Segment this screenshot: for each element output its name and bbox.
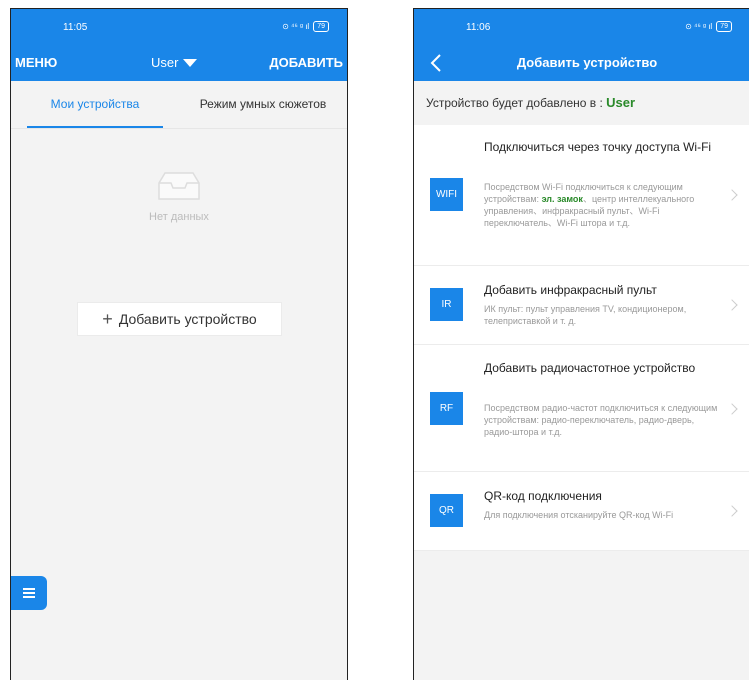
status-icons: ⊙ ⁴⁶ ᵍ ıl 79 — [685, 21, 732, 32]
rf-badge: RF — [430, 392, 463, 425]
status-bar: 11:06 ⊙ ⁴⁶ ᵍ ıl 79 — [414, 9, 749, 45]
tab-smart-scenes[interactable]: Режим умных сюжетов — [179, 81, 347, 128]
tab-bar: Мои устройства Режим умных сюжетов — [11, 81, 347, 129]
item-title: Добавить инфракрасный пульт — [484, 283, 657, 297]
phone-screen-devices: 11:05 ⊙ ⁴⁶ ᵍ ıl 79 МЕНЮ User ДОБАВИТЬ Мо… — [10, 8, 348, 680]
menu-bars-icon — [23, 588, 35, 598]
user-selector[interactable]: User — [151, 55, 198, 70]
top-nav-bar: Добавить устройство — [414, 45, 749, 81]
item-title: Добавить радиочастотное устройство — [484, 361, 696, 375]
signal-icons: ⊙ ⁴⁶ ᵍ ıl — [282, 22, 310, 31]
item-description: Для подключения отсканируйте QR-код Wi-F… — [484, 510, 674, 520]
status-bar: 11:05 ⊙ ⁴⁶ ᵍ ıl 79 — [11, 9, 347, 45]
chevron-right-icon — [726, 403, 738, 415]
list-item-qr[interactable]: QR QR-код подключения Для подключения от… — [414, 472, 749, 551]
status-icons: ⊙ ⁴⁶ ᵍ ıl 79 — [282, 21, 329, 32]
item-title: QR-код подключения — [484, 489, 602, 503]
add-device-label: Добавить устройство — [118, 311, 257, 327]
user-name: User — [151, 55, 179, 70]
add-device-button[interactable]: + Добавить устройство — [77, 302, 282, 336]
list-item-rf[interactable]: RF Добавить радиочастотное устройство По… — [414, 345, 749, 472]
top-nav-bar: МЕНЮ User ДОБАВИТЬ — [11, 45, 347, 81]
signal-icons: ⊙ ⁴⁶ ᵍ ıl — [685, 22, 713, 31]
target-user-name: User — [606, 95, 636, 110]
add-button[interactable]: ДОБАВИТЬ — [269, 55, 343, 70]
chevron-right-icon — [726, 189, 738, 201]
phone-screen-add-device: 11:06 ⊙ ⁴⁶ ᵍ ıl 79 Добавить устройство У… — [413, 8, 749, 680]
dropdown-triangle-icon — [183, 58, 198, 67]
list-item-wifi[interactable]: WIFI Подключиться через точку доступа Wi… — [414, 125, 749, 266]
chevron-right-icon — [726, 505, 738, 517]
side-menu-button[interactable] — [11, 576, 47, 610]
wifi-badge: WIFI — [430, 178, 463, 211]
empty-inbox-icon — [157, 169, 201, 201]
list-item-ir[interactable]: IR Добавить инфракрасный пульт ИК пульт:… — [414, 266, 749, 345]
highlight-lock: эл. замок — [541, 194, 583, 204]
target-user-line: Устройство будет добавлено в : User — [414, 81, 749, 125]
menu-button[interactable]: МЕНЮ — [15, 55, 57, 70]
ir-badge: IR — [430, 288, 463, 321]
plus-icon: + — [102, 309, 113, 329]
status-time: 11:06 — [466, 22, 491, 33]
item-description: Посредством Wi-Fi подключиться к следующ… — [484, 182, 695, 228]
page-title: Добавить устройство — [516, 55, 658, 70]
target-prefix: Устройство будет добавлено в : — [426, 96, 607, 110]
qr-badge: QR — [430, 494, 463, 527]
item-title: Подключиться через точку доступа Wi-Fi — [484, 140, 712, 154]
empty-text: Нет данных — [149, 211, 209, 223]
empty-state: Нет данных — [11, 169, 347, 223]
battery-icon: 79 — [313, 21, 329, 32]
item-description: ИК пульт: пульт управления TV, кондицион… — [484, 304, 687, 326]
add-method-list: WIFI Подключиться через точку доступа Wi… — [414, 125, 749, 551]
status-time: 11:05 — [63, 22, 88, 33]
item-description: Посредством радио-частот подключиться к … — [484, 403, 718, 437]
chevron-right-icon — [726, 299, 738, 311]
battery-icon: 79 — [716, 21, 732, 32]
tab-my-devices[interactable]: Мои устройства — [11, 81, 179, 128]
